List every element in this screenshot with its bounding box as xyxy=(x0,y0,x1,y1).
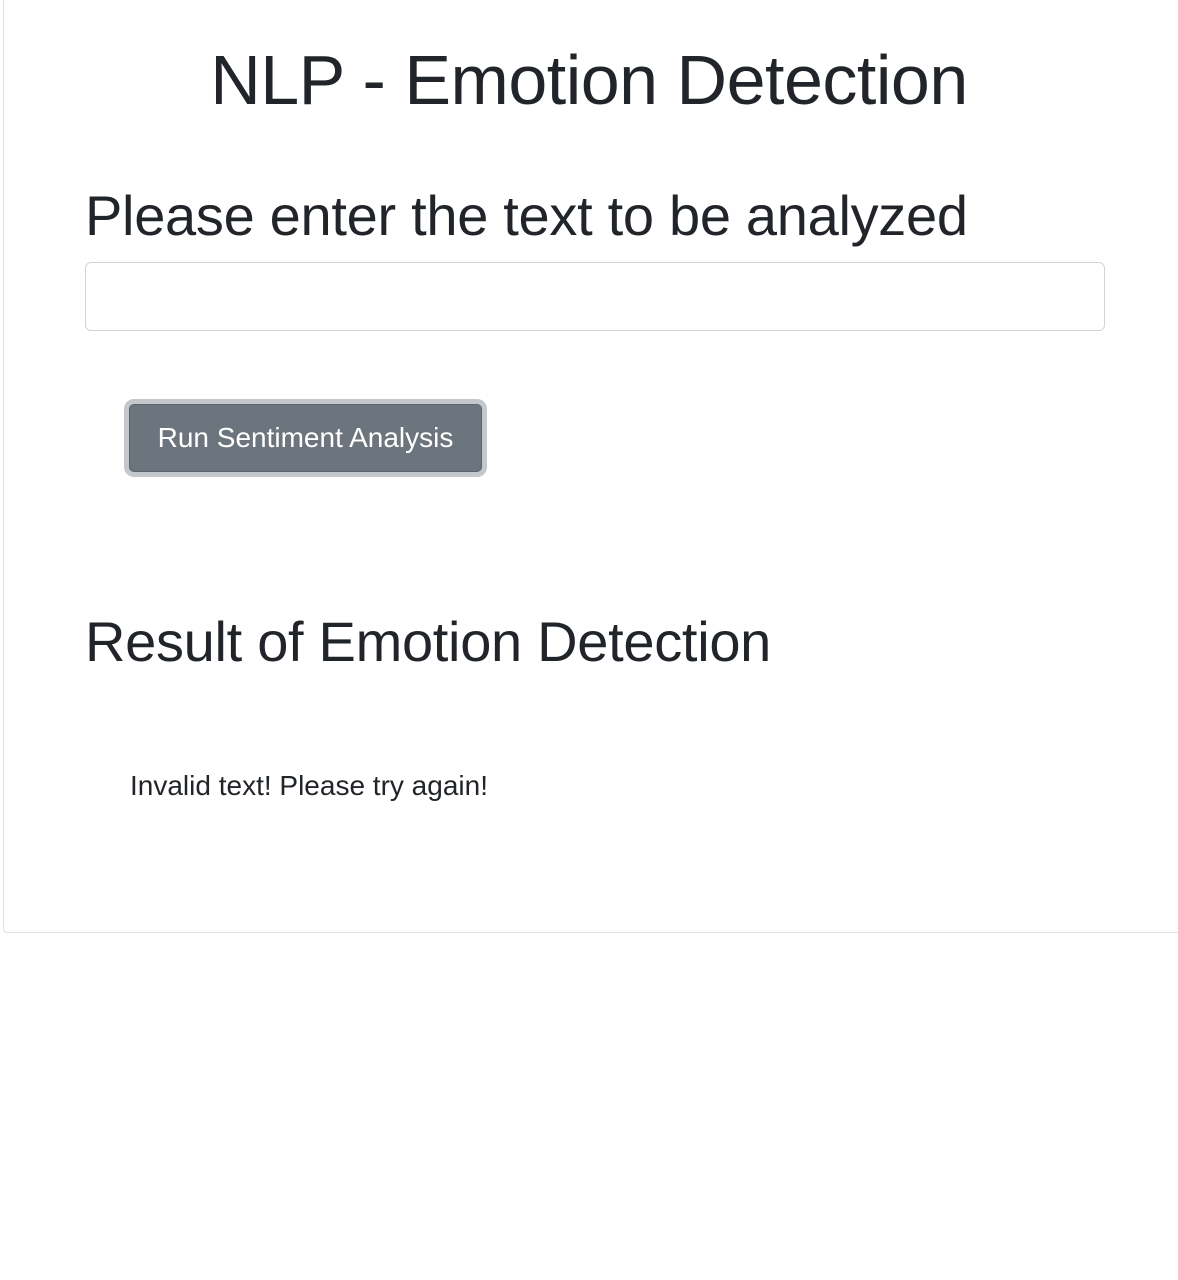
result-heading: Result of Emotion Detection xyxy=(85,610,772,673)
page-title: NLP - Emotion Detection xyxy=(210,41,968,119)
run-sentiment-analysis-button[interactable]: Run Sentiment Analysis xyxy=(124,399,487,477)
input-prompt-heading: Please enter the text to be analyzed xyxy=(85,184,968,247)
text-to-analyze-input[interactable] xyxy=(85,262,1105,331)
result-message: Invalid text! Please try again! xyxy=(130,770,488,801)
